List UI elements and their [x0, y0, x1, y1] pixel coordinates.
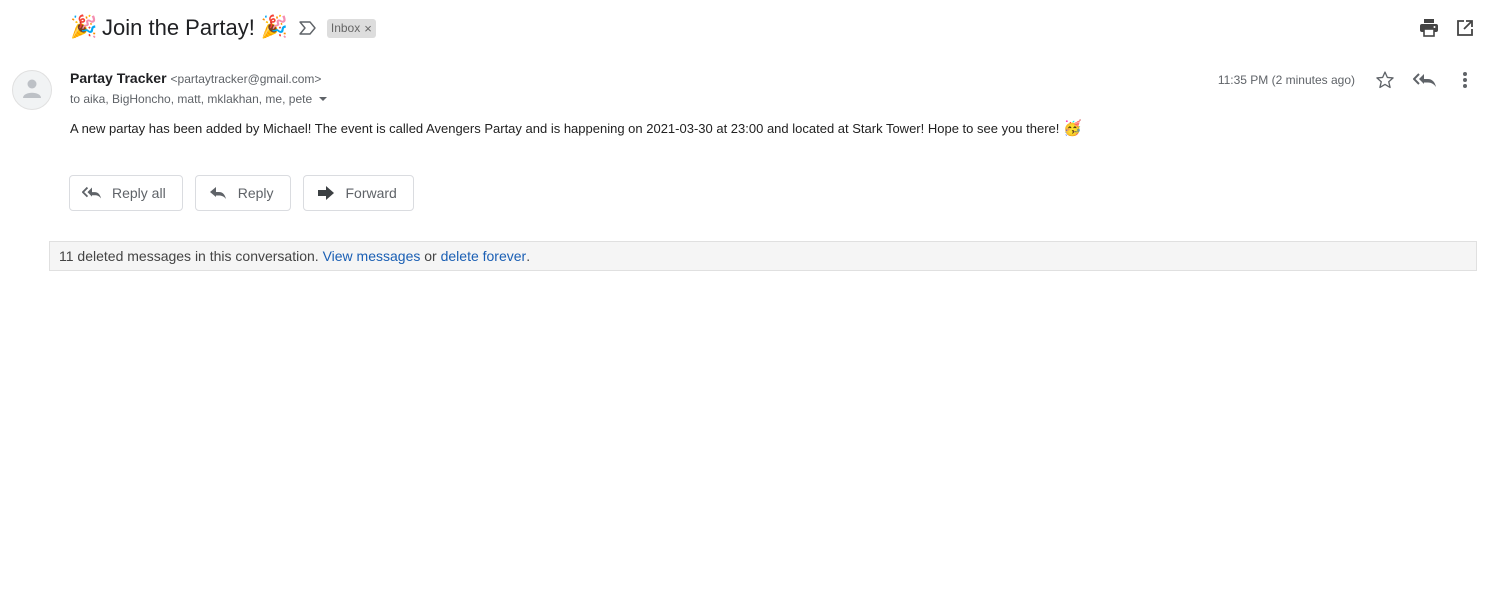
importance-marker-icon[interactable] [299, 21, 317, 35]
reply-label: Reply [237, 185, 274, 201]
email-subject: Join the Partay! [102, 15, 255, 40]
reply-all-button[interactable]: Reply all [69, 175, 183, 211]
avatar [12, 70, 52, 110]
recipients-line: to aika, BigHoncho, matt, mklakhan, me, … [70, 92, 328, 106]
person-icon [21, 77, 43, 104]
open-in-new-window-icon[interactable] [1453, 16, 1477, 40]
label-text: Inbox [330, 21, 361, 35]
sender-email: <partaytracker@gmail.com> [170, 72, 322, 86]
party-popper-icon: 🎉 [70, 15, 98, 40]
sender-name[interactable]: Partay Tracker [70, 70, 167, 86]
message-body: A new partay has been added by Michael! … [70, 119, 1082, 137]
reply-button[interactable]: Reply [194, 175, 291, 211]
deleted-notice-text: 11 deleted messages in this conversation… [59, 248, 319, 264]
view-messages-link[interactable]: View messages [323, 248, 421, 264]
star-icon[interactable] [1373, 68, 1397, 92]
deleted-messages-notice: 11 deleted messages in this conversation… [49, 241, 1477, 271]
inbox-label-chip[interactable]: Inbox × [326, 18, 376, 38]
forward-button[interactable]: Forward [302, 175, 414, 211]
reply-all-label: Reply all [112, 185, 166, 201]
more-options-icon[interactable] [1453, 68, 1477, 92]
subject-row: 🎉 Join the Partay! 🎉 Inbox × [70, 12, 376, 44]
remove-label-button[interactable]: × [364, 21, 372, 36]
reply-all-icon [82, 183, 102, 203]
message-body-text: A new partay has been added by Michael! … [70, 120, 1060, 136]
partying-face-icon: 🥳 [1063, 119, 1083, 137]
recipients-list: to aika, BigHoncho, matt, mklakhan, me, … [70, 92, 313, 106]
delete-forever-link[interactable]: delete forever [441, 248, 527, 264]
print-icon[interactable] [1417, 16, 1441, 40]
sender-line: Partay Tracker <partaytracker@gmail.com> [70, 70, 321, 86]
thread-toolbar [1417, 16, 1477, 40]
message-timestamp: 11:35 PM (2 minutes ago) [1217, 73, 1355, 87]
reply-all-icon[interactable] [1413, 68, 1437, 92]
message-meta: 11:35 PM (2 minutes ago) [1218, 68, 1477, 92]
party-popper-icon: 🎉 [260, 15, 289, 40]
deleted-notice-or: or [424, 248, 437, 264]
reply-actions: Reply all Reply Forward [69, 175, 414, 211]
deleted-notice-period: . [526, 248, 531, 264]
forward-icon [316, 183, 336, 203]
forward-label: Forward [345, 185, 397, 201]
reply-icon [208, 183, 228, 203]
show-details-chevron-down-icon[interactable] [318, 94, 328, 104]
